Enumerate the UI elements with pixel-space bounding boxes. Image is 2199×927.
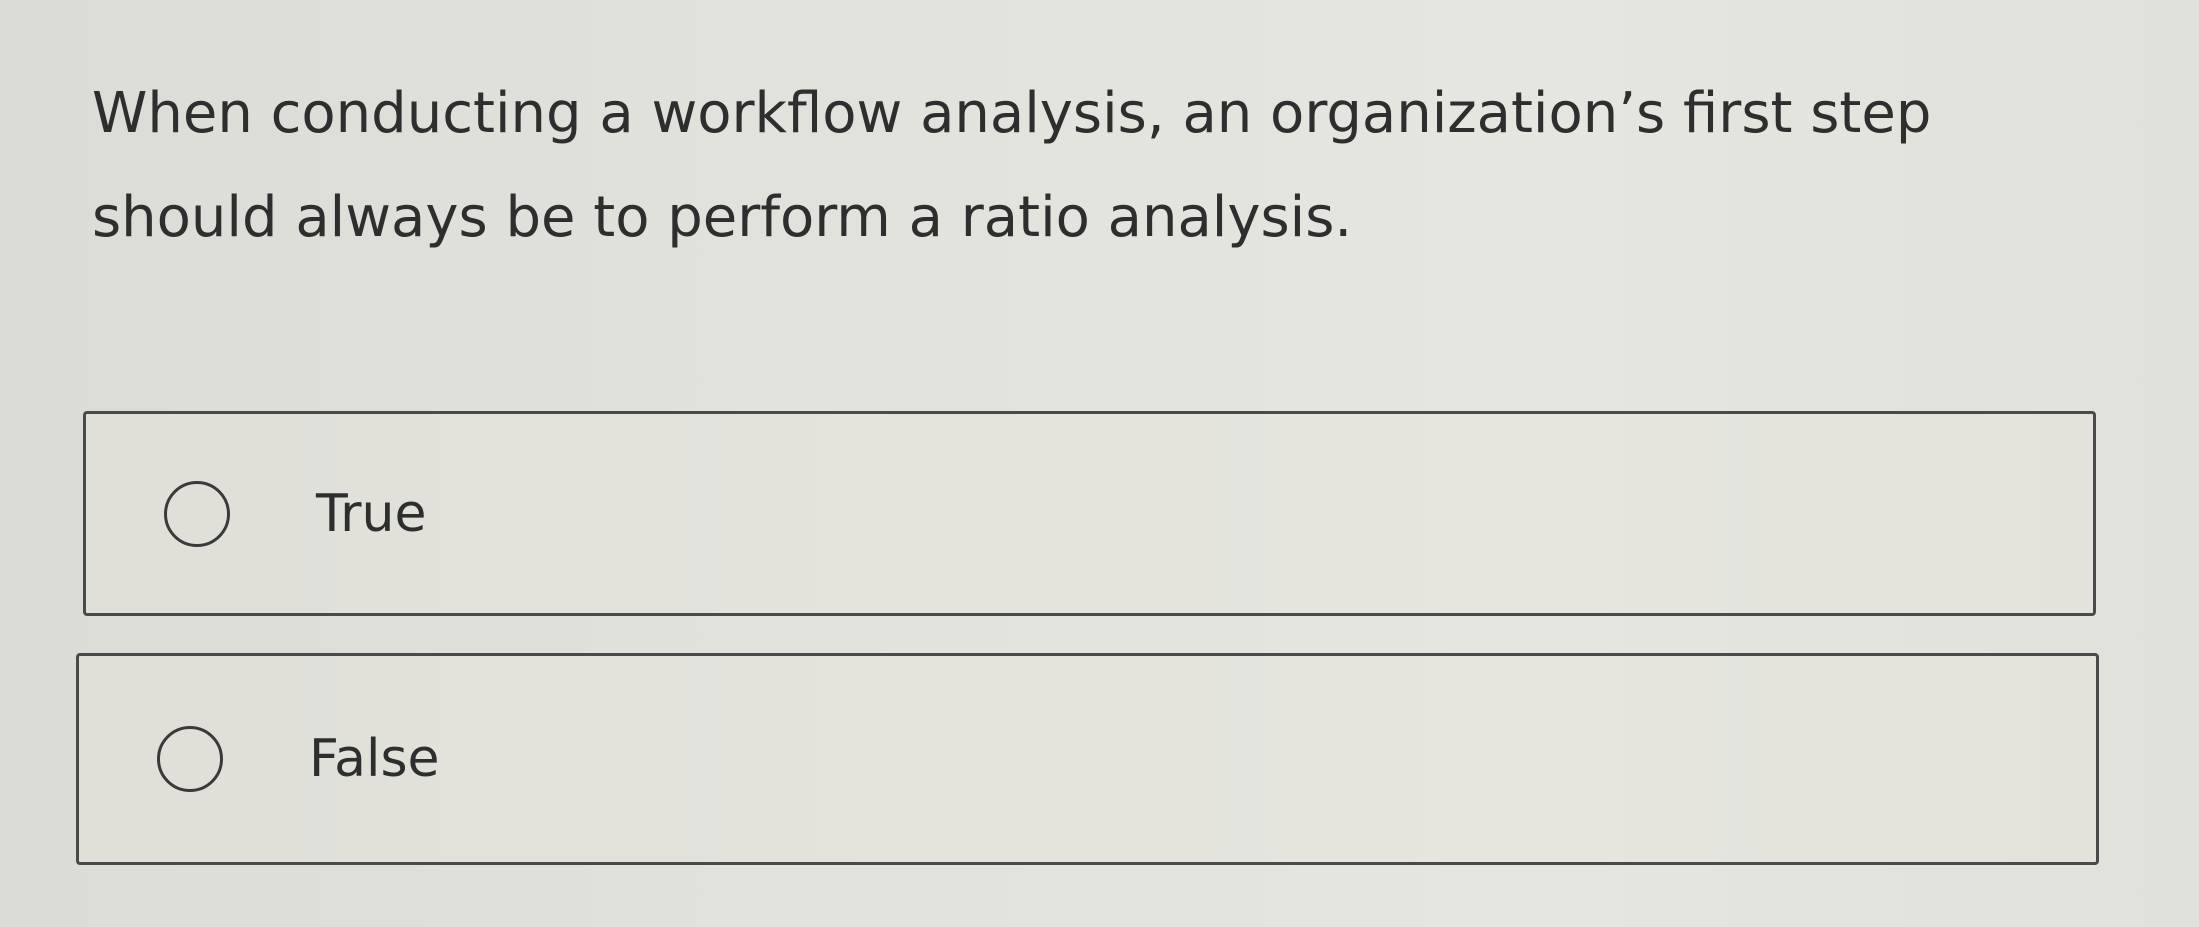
option-false-label: False bbox=[309, 729, 440, 789]
radio-button-icon[interactable] bbox=[157, 726, 223, 792]
option-true[interactable]: True bbox=[83, 411, 2096, 616]
radio-button-icon[interactable] bbox=[164, 480, 230, 547]
option-false[interactable]: False bbox=[76, 653, 2099, 865]
question-text: When conducting a workflow analysis, an … bbox=[92, 81, 1932, 250]
option-true-label: True bbox=[316, 483, 427, 544]
